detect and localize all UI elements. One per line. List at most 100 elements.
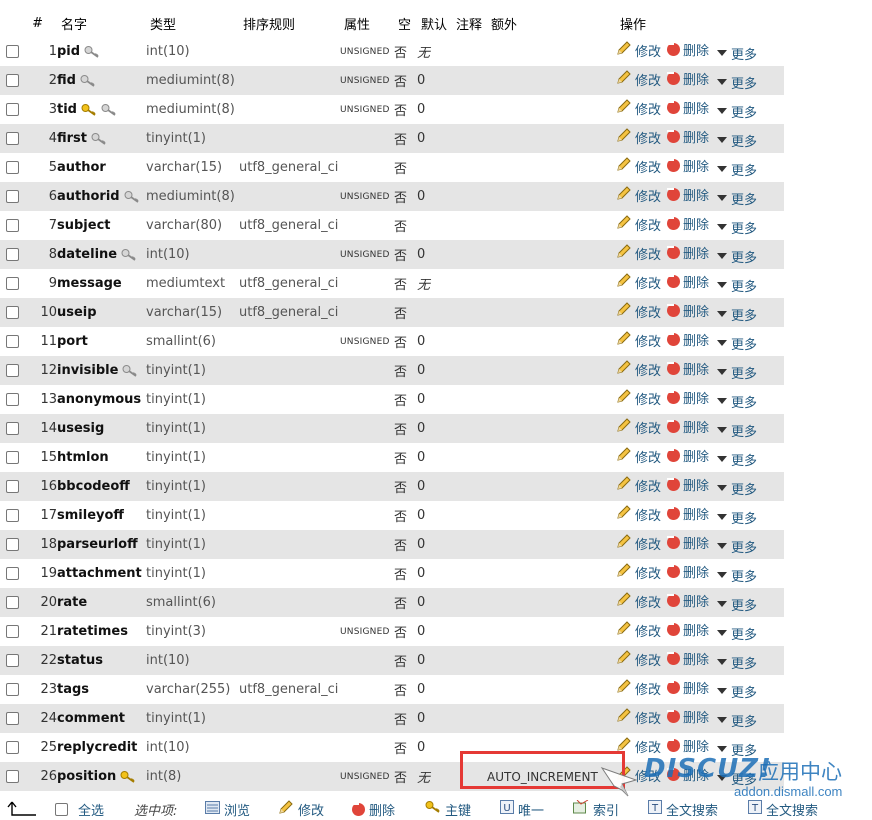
drop-button[interactable]: 删除 [667, 533, 709, 552]
more-button[interactable]: 更多 [715, 160, 757, 179]
fulltext2-button[interactable]: T 全文搜索 [748, 800, 818, 819]
row-checkbox[interactable] [0, 704, 25, 733]
more-button[interactable]: 更多 [715, 624, 757, 643]
change-button[interactable]: 修改 [616, 678, 661, 698]
drop-button[interactable]: 删除 [667, 40, 709, 59]
header-attributes[interactable]: 属性 [340, 10, 394, 37]
row-checkbox[interactable] [0, 443, 25, 472]
row-checkbox[interactable] [0, 298, 25, 327]
more-button[interactable]: 更多 [715, 247, 757, 266]
header-type[interactable]: 类型 [146, 10, 239, 37]
more-button[interactable]: 更多 [715, 189, 757, 208]
drop-button[interactable]: 删除 [667, 388, 709, 407]
drop-button[interactable]: 删除 [667, 301, 709, 320]
row-checkbox[interactable] [0, 501, 25, 530]
row-checkbox[interactable] [0, 240, 25, 269]
unique-button[interactable]: U 唯一 [500, 800, 544, 819]
more-button[interactable]: 更多 [715, 276, 757, 295]
row-checkbox[interactable] [0, 617, 25, 646]
primary-button[interactable]: 主键 [425, 800, 471, 819]
change-button[interactable]: 修改 [616, 388, 661, 408]
row-checkbox[interactable] [0, 356, 25, 385]
drop-button[interactable]: 删除 [667, 69, 709, 88]
change-button[interactable]: 修改 [616, 98, 661, 118]
row-checkbox[interactable] [0, 153, 25, 182]
change-button[interactable]: 修改 [616, 562, 661, 582]
change-button[interactable]: 修改 [616, 40, 661, 60]
change-button[interactable]: 修改 [616, 301, 661, 321]
drop-button[interactable]: 删除 [667, 417, 709, 436]
more-button[interactable]: 更多 [715, 711, 757, 730]
more-button[interactable]: 更多 [715, 479, 757, 498]
drop-button[interactable]: 删除 [667, 736, 709, 755]
change-button[interactable]: 修改 [616, 533, 661, 553]
change-button[interactable]: 修改 [616, 185, 661, 205]
drop-button[interactable]: 删除 [667, 707, 709, 726]
row-checkbox[interactable] [0, 182, 25, 211]
index-button[interactable]: 索引 [573, 799, 619, 819]
more-button[interactable]: 更多 [715, 537, 757, 556]
drop-button[interactable]: 删除 [667, 446, 709, 465]
row-checkbox[interactable] [0, 559, 25, 588]
header-extra[interactable]: 额外 [487, 10, 616, 37]
more-button[interactable]: 更多 [715, 131, 757, 150]
more-button[interactable]: 更多 [715, 305, 757, 324]
change-button[interactable]: 修改 [616, 504, 661, 524]
more-button[interactable]: 更多 [715, 102, 757, 121]
row-checkbox[interactable] [0, 472, 25, 501]
more-button[interactable]: 更多 [715, 450, 757, 469]
drop-button[interactable]: 删除 [667, 562, 709, 581]
change-button[interactable]: 修改 [616, 417, 661, 437]
change-button[interactable]: 修改 [616, 475, 661, 495]
drop-button[interactable]: 删除 [667, 185, 709, 204]
check-all-checkbox[interactable] [55, 802, 68, 816]
row-checkbox[interactable] [0, 588, 25, 617]
drop-button[interactable]: 删除 [667, 214, 709, 233]
row-checkbox[interactable] [0, 211, 25, 240]
row-checkbox[interactable] [0, 66, 25, 95]
more-button[interactable]: 更多 [715, 44, 757, 63]
footer-change-button[interactable]: 修改 [278, 799, 324, 819]
drop-button[interactable]: 删除 [667, 649, 709, 668]
change-button[interactable]: 修改 [616, 707, 661, 727]
row-checkbox[interactable] [0, 646, 25, 675]
drop-button[interactable]: 删除 [667, 504, 709, 523]
row-checkbox[interactable] [0, 269, 25, 298]
header-comments[interactable]: 注释 [452, 10, 487, 37]
row-checkbox[interactable] [0, 37, 25, 66]
change-button[interactable]: 修改 [616, 359, 661, 379]
more-button[interactable]: 更多 [715, 508, 757, 527]
drop-button[interactable]: 删除 [667, 765, 709, 784]
more-button[interactable]: 更多 [715, 740, 757, 759]
fulltext-button[interactable]: T 全文搜索 [648, 800, 718, 819]
row-checkbox[interactable] [0, 385, 25, 414]
drop-button[interactable]: 删除 [667, 98, 709, 117]
drop-button[interactable]: 删除 [667, 243, 709, 262]
row-checkbox[interactable] [0, 530, 25, 559]
change-button[interactable]: 修改 [616, 591, 661, 611]
check-all-label[interactable]: 全选 [78, 800, 104, 819]
footer-drop-button[interactable]: 删除 [352, 800, 395, 819]
row-checkbox[interactable] [0, 327, 25, 356]
drop-button[interactable]: 删除 [667, 359, 709, 378]
row-checkbox[interactable] [0, 762, 25, 791]
row-checkbox[interactable] [0, 124, 25, 153]
more-button[interactable]: 更多 [715, 363, 757, 382]
change-button[interactable]: 修改 [616, 69, 661, 89]
change-button[interactable]: 修改 [616, 330, 661, 350]
more-button[interactable]: 更多 [715, 595, 757, 614]
row-checkbox[interactable] [0, 733, 25, 762]
more-button[interactable]: 更多 [715, 334, 757, 353]
change-button[interactable]: 修改 [616, 156, 661, 176]
more-button[interactable]: 更多 [715, 218, 757, 237]
change-button[interactable]: 修改 [616, 620, 661, 640]
more-button[interactable]: 更多 [715, 769, 757, 788]
row-checkbox[interactable] [0, 95, 25, 124]
drop-button[interactable]: 删除 [667, 127, 709, 146]
drop-button[interactable]: 删除 [667, 620, 709, 639]
drop-button[interactable]: 删除 [667, 272, 709, 291]
drop-button[interactable]: 删除 [667, 330, 709, 349]
change-button[interactable]: 修改 [616, 649, 661, 669]
drop-button[interactable]: 删除 [667, 156, 709, 175]
more-button[interactable]: 更多 [715, 653, 757, 672]
